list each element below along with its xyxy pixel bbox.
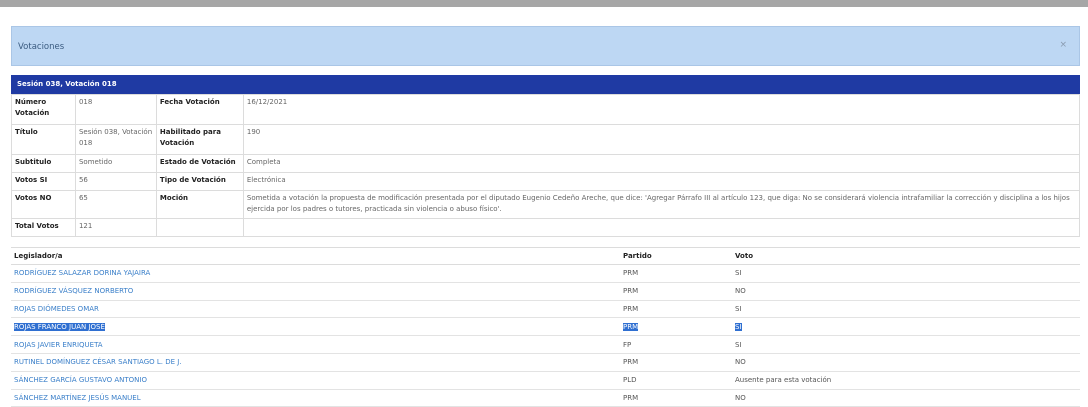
voto-cell: SI xyxy=(732,335,1080,354)
table-row: RODRÍGUEZ VÁSQUEZ NORBERTO PRM NO xyxy=(11,282,1080,301)
table-row: ROJAS DIÓMEDES OMAR PRM SI xyxy=(11,300,1080,319)
legislator-link[interactable]: RODRÍGUEZ VÁSQUEZ NORBERTO xyxy=(11,282,620,301)
total-label: Total Votos xyxy=(11,218,76,237)
votos-no-label: Votos NO xyxy=(11,190,76,219)
table-row: RUTINEL DOMÍNGUEZ CÉSAR SANTIAGO L. DE J… xyxy=(11,353,1080,372)
empty-cell xyxy=(155,218,244,237)
fecha-label: Fecha Votación xyxy=(155,94,244,125)
partido-cell: PRM xyxy=(620,353,732,372)
estado-label: Estado de Votación xyxy=(155,154,244,173)
estado-value: Completa xyxy=(242,154,1081,173)
voto-cell: SI xyxy=(732,300,1080,319)
voto-cell: Ausente para esta votación xyxy=(732,371,1080,390)
window-top-bar xyxy=(0,0,1088,7)
votos-si-label: Votos SI xyxy=(11,172,76,191)
selected-text: PRM xyxy=(623,322,639,331)
total-value: 121 xyxy=(74,218,157,237)
subtitulo-label: Subtitulo xyxy=(11,154,76,173)
table-row-selected: ROJAS FRANCO JUAN JOSÉ PRM SI xyxy=(11,317,1080,337)
table-row: ROJAS JAVIER ENRIQUETA FP SI xyxy=(11,335,1080,354)
partido-cell: FP xyxy=(620,335,732,354)
legislator-link[interactable]: ROJAS JAVIER ENRIQUETA xyxy=(11,335,620,354)
voto-cell: SI xyxy=(732,317,1080,337)
close-button[interactable]: × xyxy=(1059,40,1067,50)
voto-cell: NO xyxy=(732,353,1080,372)
titulo-value: Sesión 038, Votación 018 xyxy=(74,124,157,155)
habilitado-value: 190 xyxy=(242,124,1081,155)
tipo-value: Electrónica xyxy=(242,172,1081,191)
partido-cell: PRM xyxy=(620,389,732,407)
partido-cell: PRM xyxy=(620,264,732,283)
table-row: RODRÍGUEZ SALAZAR DORINA YAJAIRA PRM SI xyxy=(11,264,1080,283)
table-row: SÁNCHEZ GARCÍA GUSTAVO ANTONIO PLD Ausen… xyxy=(11,371,1080,390)
voto-cell: SI xyxy=(732,264,1080,283)
votos-si-value: 56 xyxy=(74,172,157,191)
subtitulo-value: Sometido xyxy=(74,154,157,173)
partido-cell: PRM xyxy=(620,300,732,319)
titulo-label: Título xyxy=(11,124,76,155)
mocion-value: Sometida a votación la propuesta de modi… xyxy=(242,190,1081,219)
partido-cell: PRM xyxy=(620,282,732,301)
empty-cell xyxy=(242,218,1081,237)
modal-header: Votaciones × xyxy=(11,26,1080,66)
legislator-link[interactable]: SÁNCHEZ MARTÍNEZ JESÚS MANUEL xyxy=(11,389,620,407)
header-partido: Partido xyxy=(620,247,732,265)
vote-info-table: Número Votación 018 Fecha Votación 16/12… xyxy=(11,94,1081,237)
header-voto: Voto xyxy=(732,247,1080,265)
legislator-link[interactable]: RODRÍGUEZ SALAZAR DORINA YAJAIRA xyxy=(11,264,620,283)
legislator-link[interactable]: SÁNCHEZ GARCÍA GUSTAVO ANTONIO xyxy=(11,371,620,390)
table-row: SÁNCHEZ MARTÍNEZ JESÚS MANUEL PRM NO xyxy=(11,389,1080,407)
tipo-label: Tipo de Votación xyxy=(155,172,244,191)
legislator-link[interactable]: ROJAS FRANCO JUAN JOSÉ xyxy=(11,317,620,337)
header-legislador: Legislador/a xyxy=(11,247,620,265)
partido-cell: PLD xyxy=(620,371,732,390)
numero-value: 018 xyxy=(74,94,157,125)
voto-cell: NO xyxy=(732,389,1080,407)
legislator-link[interactable]: RUTINEL DOMÍNGUEZ CÉSAR SANTIAGO L. DE J… xyxy=(11,353,620,372)
modal-title: Votaciones xyxy=(18,42,65,52)
habilitado-label: Habilitado para Votación xyxy=(155,124,244,155)
partido-cell: PRM xyxy=(620,317,732,337)
votes-table: Legislador/a Partido Voto RODRÍGUEZ SALA… xyxy=(11,247,1080,407)
mocion-label: Moción xyxy=(155,190,244,219)
session-title-bar: Sesión 038, Votación 018 xyxy=(11,75,1080,94)
votos-no-value: 65 xyxy=(74,190,157,219)
voto-cell: NO xyxy=(732,282,1080,301)
numero-label: Número Votación xyxy=(11,94,76,125)
legislator-link[interactable]: ROJAS DIÓMEDES OMAR xyxy=(11,300,620,319)
fecha-value: 16/12/2021 xyxy=(242,94,1081,125)
selected-text: ROJAS FRANCO JUAN JOSÉ xyxy=(14,322,105,331)
selected-text: SI xyxy=(735,322,742,331)
